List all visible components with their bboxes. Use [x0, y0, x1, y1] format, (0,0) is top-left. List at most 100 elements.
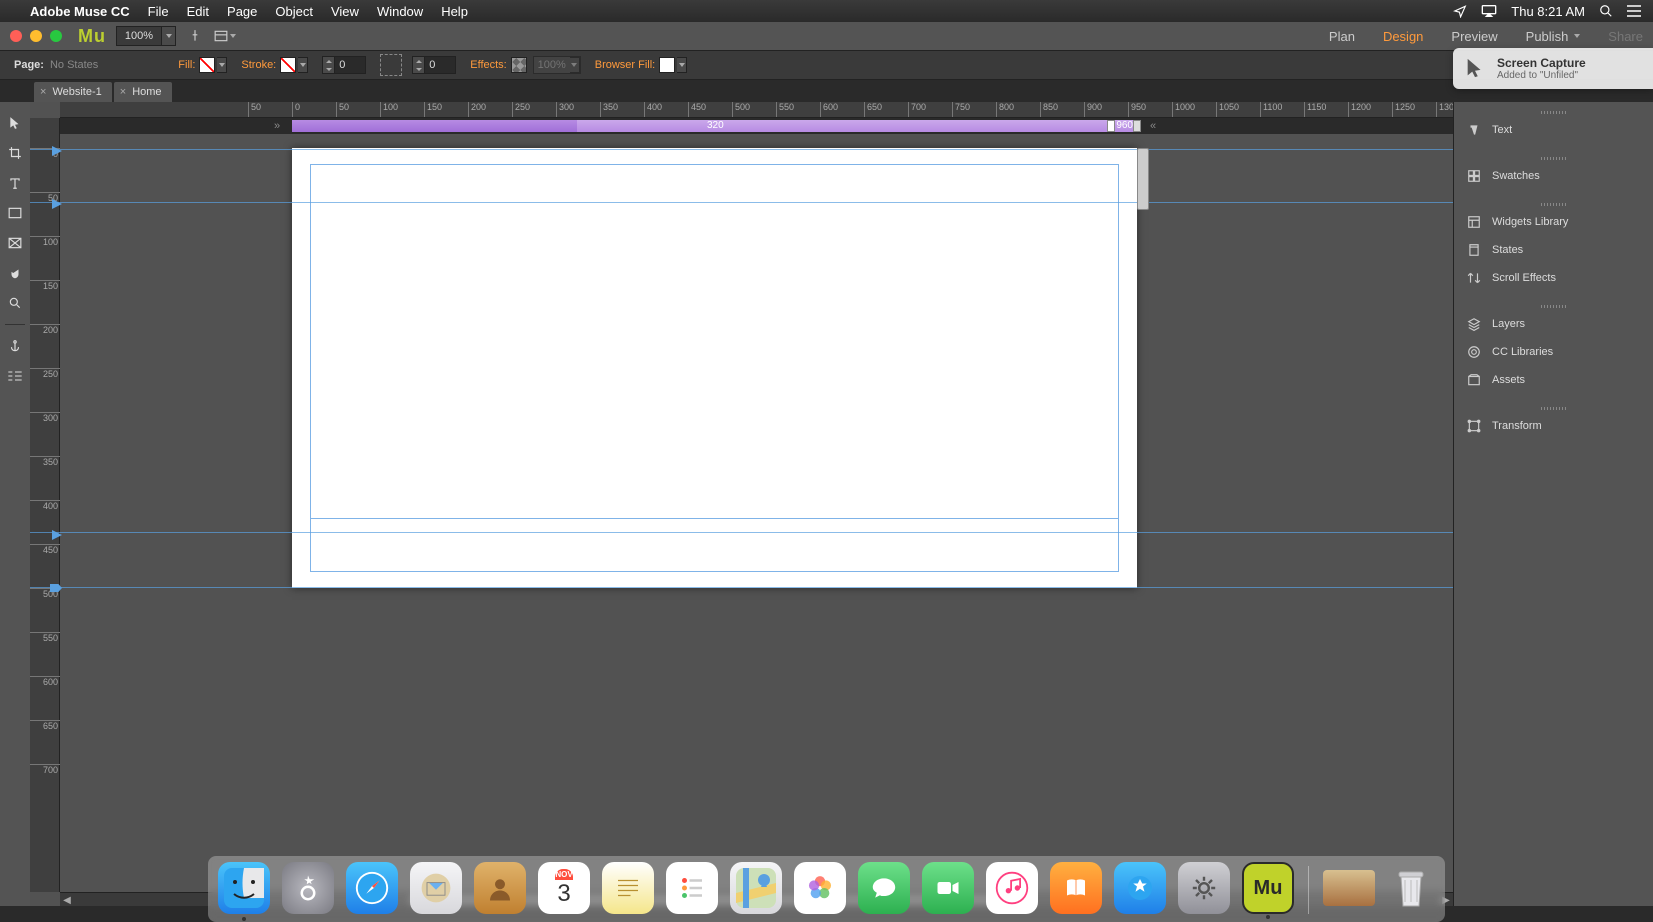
- rectangle-tool-icon[interactable]: [4, 202, 26, 224]
- breakpoint-right-icon[interactable]: «: [1146, 120, 1160, 132]
- breakpoint-indicator[interactable]: [1107, 120, 1115, 132]
- menu-edit[interactable]: Edit: [187, 4, 209, 19]
- stroke-swatch[interactable]: [280, 57, 296, 73]
- panel-gripper-icon[interactable]: [1454, 108, 1653, 116]
- dock-app-messages[interactable]: [858, 862, 910, 914]
- breakpoint-bar[interactable]: » 320 960 «: [60, 118, 1453, 134]
- zoom-dropdown-icon[interactable]: [161, 27, 175, 45]
- tab-website-1[interactable]: × Website-1: [34, 82, 112, 102]
- guide-line[interactable]: [30, 202, 1453, 203]
- menubar-app-name[interactable]: Adobe Muse CC: [30, 4, 130, 19]
- menu-hamburger-icon[interactable]: [1627, 5, 1641, 17]
- selection-tool-icon[interactable]: [4, 112, 26, 134]
- dock-app-appstore[interactable]: [1114, 862, 1166, 914]
- corner-radius-value[interactable]: 0: [425, 57, 455, 73]
- text-tool-icon[interactable]: [4, 172, 26, 194]
- panel-widgets-library[interactable]: Widgets Library: [1454, 208, 1653, 236]
- frame-tool-icon[interactable]: [4, 232, 26, 254]
- page-scroll-handle[interactable]: [1137, 148, 1149, 210]
- panel-gripper-icon[interactable]: [1454, 302, 1653, 310]
- vertical-ruler[interactable]: 0501001502002503003504004505005506006507…: [30, 118, 60, 892]
- panel-assets[interactable]: Assets: [1454, 366, 1653, 394]
- dock-app-itunes[interactable]: [986, 862, 1038, 914]
- stroke-dropdown-icon[interactable]: [298, 57, 308, 73]
- zoom-control[interactable]: 100%: [116, 26, 176, 46]
- stroke-width-stepper[interactable]: 0: [322, 56, 366, 74]
- guide-line[interactable]: [30, 532, 1453, 533]
- toolbar-layout-icon[interactable]: [214, 26, 236, 46]
- breakpoint-left-icon[interactable]: »: [270, 120, 284, 132]
- breakpoint-handle[interactable]: [1133, 120, 1141, 132]
- menu-view[interactable]: View: [331, 4, 359, 19]
- page-state-dropdown[interactable]: No States: [50, 59, 98, 71]
- fill-dropdown-icon[interactable]: [217, 57, 227, 73]
- effects-opacity[interactable]: 100%: [533, 56, 581, 74]
- spotlight-icon[interactable]: [1599, 4, 1613, 18]
- corner-radius-stepper[interactable]: 0: [412, 56, 456, 74]
- corner-style-icon[interactable]: [380, 54, 402, 76]
- effects-opacity-dropdown-icon[interactable]: [570, 57, 580, 73]
- tab-home[interactable]: × Home: [114, 82, 172, 102]
- menubar-clock[interactable]: Thu 8:21 AM: [1511, 4, 1585, 19]
- dock-trash-icon[interactable]: [1387, 862, 1435, 914]
- effects-swatch[interactable]: [511, 57, 527, 73]
- panel-cc-libraries[interactable]: CC Libraries: [1454, 338, 1653, 366]
- notification-toast[interactable]: Screen Capture Added to "Unfiled": [1453, 48, 1653, 89]
- page-canvas[interactable]: [292, 148, 1137, 588]
- zoom-value[interactable]: 100%: [117, 30, 161, 42]
- mode-preview[interactable]: Preview: [1451, 29, 1497, 44]
- dock-app-safari[interactable]: [346, 862, 398, 914]
- dock-app-contacts[interactable]: [474, 862, 526, 914]
- mode-design[interactable]: Design: [1383, 29, 1423, 44]
- browser-fill-dropdown-icon[interactable]: [677, 57, 687, 73]
- dock-app-system-preferences[interactable]: [1178, 862, 1230, 914]
- dock-app-muse[interactable]: Mu: [1242, 862, 1294, 914]
- dock-app-finder[interactable]: [218, 862, 270, 914]
- anchor-tool-icon[interactable]: [4, 335, 26, 357]
- scroll-left-icon[interactable]: ◀: [60, 893, 74, 906]
- menu-object[interactable]: Object: [275, 4, 313, 19]
- toolbar-pin-icon[interactable]: [184, 26, 206, 46]
- hand-tool-icon[interactable]: [4, 262, 26, 284]
- browser-fill-swatch[interactable]: [659, 57, 675, 73]
- mode-publish[interactable]: Publish: [1526, 29, 1581, 44]
- dock-app-photos[interactable]: [794, 862, 846, 914]
- panel-layers[interactable]: Layers: [1454, 310, 1653, 338]
- panel-gripper-icon[interactable]: [1454, 404, 1653, 412]
- horizontal-ruler[interactable]: 5005010015020025030035040045050055060065…: [60, 102, 1453, 118]
- mode-share[interactable]: Share: [1608, 29, 1643, 44]
- panel-gripper-icon[interactable]: [1454, 200, 1653, 208]
- airplay-icon[interactable]: [1481, 4, 1497, 18]
- menu-file[interactable]: File: [148, 4, 169, 19]
- fill-swatch[interactable]: [199, 57, 215, 73]
- zoom-tool-icon[interactable]: [4, 292, 26, 314]
- menubar-status-icon[interactable]: [1453, 4, 1467, 18]
- dock-app-notes[interactable]: [602, 862, 654, 914]
- dock-app-ibooks[interactable]: [1050, 862, 1102, 914]
- panel-text[interactable]: Text: [1454, 116, 1653, 144]
- mode-plan[interactable]: Plan: [1329, 29, 1355, 44]
- guide-line[interactable]: [30, 149, 1453, 150]
- dock-app-launchpad[interactable]: [282, 862, 334, 914]
- menu-window[interactable]: Window: [377, 4, 423, 19]
- window-maximize-button[interactable]: [50, 30, 62, 42]
- format-tool-icon[interactable]: [4, 365, 26, 387]
- guide-line[interactable]: [30, 587, 1453, 588]
- dock-minimized-window[interactable]: [1323, 870, 1375, 906]
- stroke-width-value[interactable]: 0: [335, 57, 365, 73]
- dock-app-maps[interactable]: [730, 862, 782, 914]
- panel-transform[interactable]: Transform: [1454, 412, 1653, 440]
- crop-tool-icon[interactable]: [4, 142, 26, 164]
- menu-help[interactable]: Help: [441, 4, 468, 19]
- panel-swatches[interactable]: Swatches: [1454, 162, 1653, 190]
- dock-app-reminders[interactable]: [666, 862, 718, 914]
- panel-scroll-effects[interactable]: Scroll Effects: [1454, 264, 1653, 292]
- guide-marker-bottom[interactable]: [50, 584, 62, 592]
- panel-gripper-icon[interactable]: [1454, 154, 1653, 162]
- dock-app-mail[interactable]: [410, 862, 462, 914]
- dock-app-calendar[interactable]: NOV3: [538, 862, 590, 914]
- menu-page[interactable]: Page: [227, 4, 257, 19]
- dock-app-facetime[interactable]: [922, 862, 974, 914]
- panel-states[interactable]: States: [1454, 236, 1653, 264]
- window-close-button[interactable]: [10, 30, 22, 42]
